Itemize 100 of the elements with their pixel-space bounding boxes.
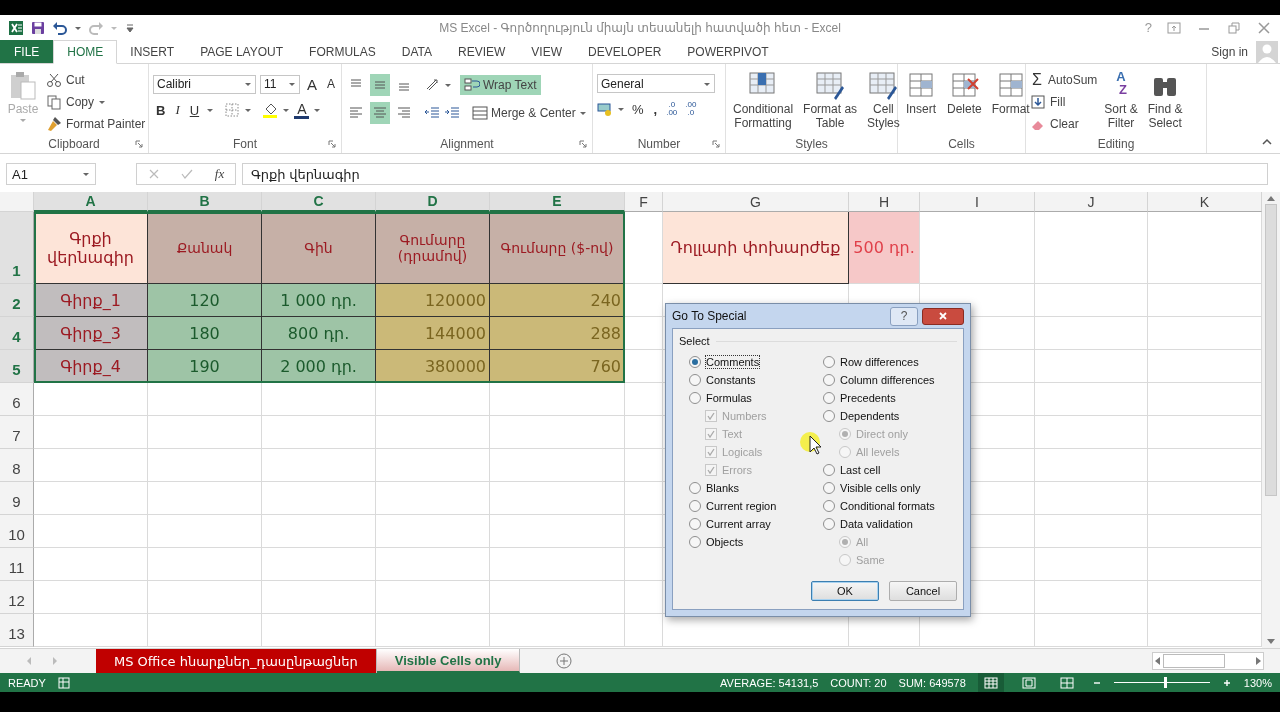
caret-icon[interactable] (313, 106, 322, 114)
customize-toolbar-icon[interactable] (124, 21, 136, 34)
close-button[interactable] (922, 307, 964, 325)
orientation-icon[interactable] (424, 77, 440, 93)
normal-view-button[interactable] (977, 673, 1004, 692)
horizontal-scrollbar[interactable] (1152, 652, 1264, 670)
column-header[interactable]: C (262, 192, 376, 212)
radio-button[interactable] (823, 392, 835, 404)
option-label[interactable]: Constants (706, 374, 756, 386)
sort-filter-button[interactable]: A Z Sort & Filter (1101, 68, 1141, 132)
dialog-launcher-icon[interactable] (135, 140, 143, 148)
dialog-launcher-icon[interactable] (328, 140, 336, 148)
spreadsheet-logo-icon[interactable] (8, 19, 24, 36)
caret-icon[interactable] (206, 106, 215, 114)
scroll-right-icon[interactable] (1255, 656, 1263, 666)
option-label[interactable]: Comments (706, 356, 760, 368)
ribbon-tab[interactable]: PAGE LAYOUT (187, 40, 297, 63)
format-painter-button[interactable]: Format Painter (46, 114, 146, 133)
clear-button[interactable]: Clear (1030, 114, 1098, 133)
option-label[interactable]: Data validation (840, 518, 913, 530)
column-header[interactable]: K (1148, 192, 1262, 212)
caret-icon[interactable] (444, 81, 452, 89)
underline-button[interactable]: U (186, 100, 203, 120)
option-label[interactable]: Dependents (840, 410, 900, 422)
ribbon-tab[interactable]: DATA (388, 40, 445, 63)
sheet-tab[interactable]: MS Office հնարքներ_դասընթացներ (96, 649, 377, 673)
option-label[interactable]: Objects (706, 536, 744, 548)
dialog-launcher-icon[interactable] (712, 140, 720, 148)
ribbon-tab[interactable]: FORMULAS (296, 40, 389, 63)
column-header[interactable]: B (148, 192, 262, 212)
option-label[interactable]: Column differences (840, 374, 935, 386)
help-button[interactable]: ? (890, 306, 918, 326)
currency-icon[interactable] (597, 101, 613, 117)
caret-icon[interactable] (282, 106, 291, 114)
row-header[interactable]: 10 (0, 515, 34, 548)
radio-button[interactable] (823, 374, 835, 386)
dialog-launcher-icon[interactable] (579, 140, 587, 148)
column-header[interactable]: I (920, 192, 1035, 212)
caret-icon[interactable] (244, 106, 253, 114)
fill-color-icon[interactable] (262, 102, 279, 118)
row-header[interactable]: 2 (0, 284, 34, 317)
scroll-down-icon[interactable] (1266, 638, 1276, 646)
format-button[interactable]: Format (988, 68, 1033, 118)
merge-center-button[interactable]: Merge & Center (468, 103, 591, 123)
scroll-left-icon[interactable] (1153, 656, 1161, 666)
row-header[interactable]: 7 (0, 416, 34, 449)
file-tab[interactable]: FILE (0, 40, 54, 63)
comma-button[interactable]: , (650, 99, 661, 119)
ribbon-tab[interactable]: POWERPIVOT (674, 40, 782, 63)
ribbon-tab[interactable]: INSERT (117, 40, 188, 63)
column-header[interactable]: F (625, 192, 663, 212)
zoom-in-icon[interactable] (1221, 677, 1232, 688)
option-label[interactable]: Blanks (706, 482, 740, 494)
increase-indent-icon[interactable] (444, 105, 460, 121)
scroll-thumb[interactable] (1265, 204, 1277, 496)
option-label[interactable]: Current region (706, 500, 777, 512)
option-label[interactable]: Current array (706, 518, 771, 530)
font-name-dropdown[interactable]: Calibri (153, 74, 256, 94)
row-header[interactable]: 8 (0, 449, 34, 482)
sign-in-link[interactable]: Sign in (1211, 44, 1248, 59)
cut-button[interactable]: Cut (46, 70, 146, 89)
checkmark-icon[interactable] (181, 168, 194, 180)
delete-button[interactable]: Delete (944, 68, 985, 118)
row-header[interactable]: 9 (0, 482, 34, 515)
radio-button[interactable] (823, 356, 835, 368)
option-label[interactable]: Precedents (840, 392, 896, 404)
save-icon[interactable] (30, 19, 46, 36)
radio-button[interactable] (689, 518, 701, 530)
row-header[interactable]: 4 (0, 317, 34, 350)
row-header[interactable]: 11 (0, 548, 34, 581)
ok-button[interactable]: OK (811, 581, 879, 601)
option-label[interactable]: Visible cells only (840, 482, 921, 494)
row-header[interactable]: 5 (0, 350, 34, 383)
option-label[interactable]: Row differences (840, 356, 919, 368)
radio-button[interactable] (689, 374, 701, 386)
decrease-decimal-button[interactable]: .00 .0 (683, 101, 699, 117)
radio-button[interactable] (689, 392, 701, 404)
horizontal-align-button[interactable] (370, 102, 390, 124)
ribbon-display-icon[interactable] (1166, 19, 1182, 36)
column-header[interactable]: A (34, 192, 148, 212)
row-header[interactable]: 12 (0, 581, 34, 614)
radio-button[interactable] (689, 482, 701, 494)
bold-button[interactable]: B (153, 100, 169, 120)
add-sheet-icon[interactable] (556, 653, 573, 669)
scroll-thumb[interactable] (1163, 654, 1225, 668)
next-sheet-icon[interactable] (50, 656, 60, 666)
redo-icon[interactable] (88, 19, 104, 36)
macro-record-icon[interactable] (57, 676, 70, 689)
cell-styles-button[interactable]: Cell Styles (864, 68, 903, 132)
copy-button[interactable]: Copy (46, 92, 146, 111)
font-size-dropdown[interactable]: 11 (260, 74, 300, 94)
radio-button[interactable] (689, 500, 701, 512)
name-box[interactable]: A1 (6, 163, 96, 185)
sheet-tab[interactable]: Visible Cells only (376, 649, 521, 673)
cancel-icon[interactable] (147, 168, 160, 180)
decrease-indent-icon[interactable] (424, 105, 440, 121)
column-header[interactable]: G (663, 192, 849, 212)
conditional-formatting-button[interactable]: Conditional Formatting (730, 68, 797, 132)
wrap-text-button[interactable]: Wrap Text (460, 75, 541, 95)
cancel-button[interactable]: Cancel (889, 581, 957, 601)
